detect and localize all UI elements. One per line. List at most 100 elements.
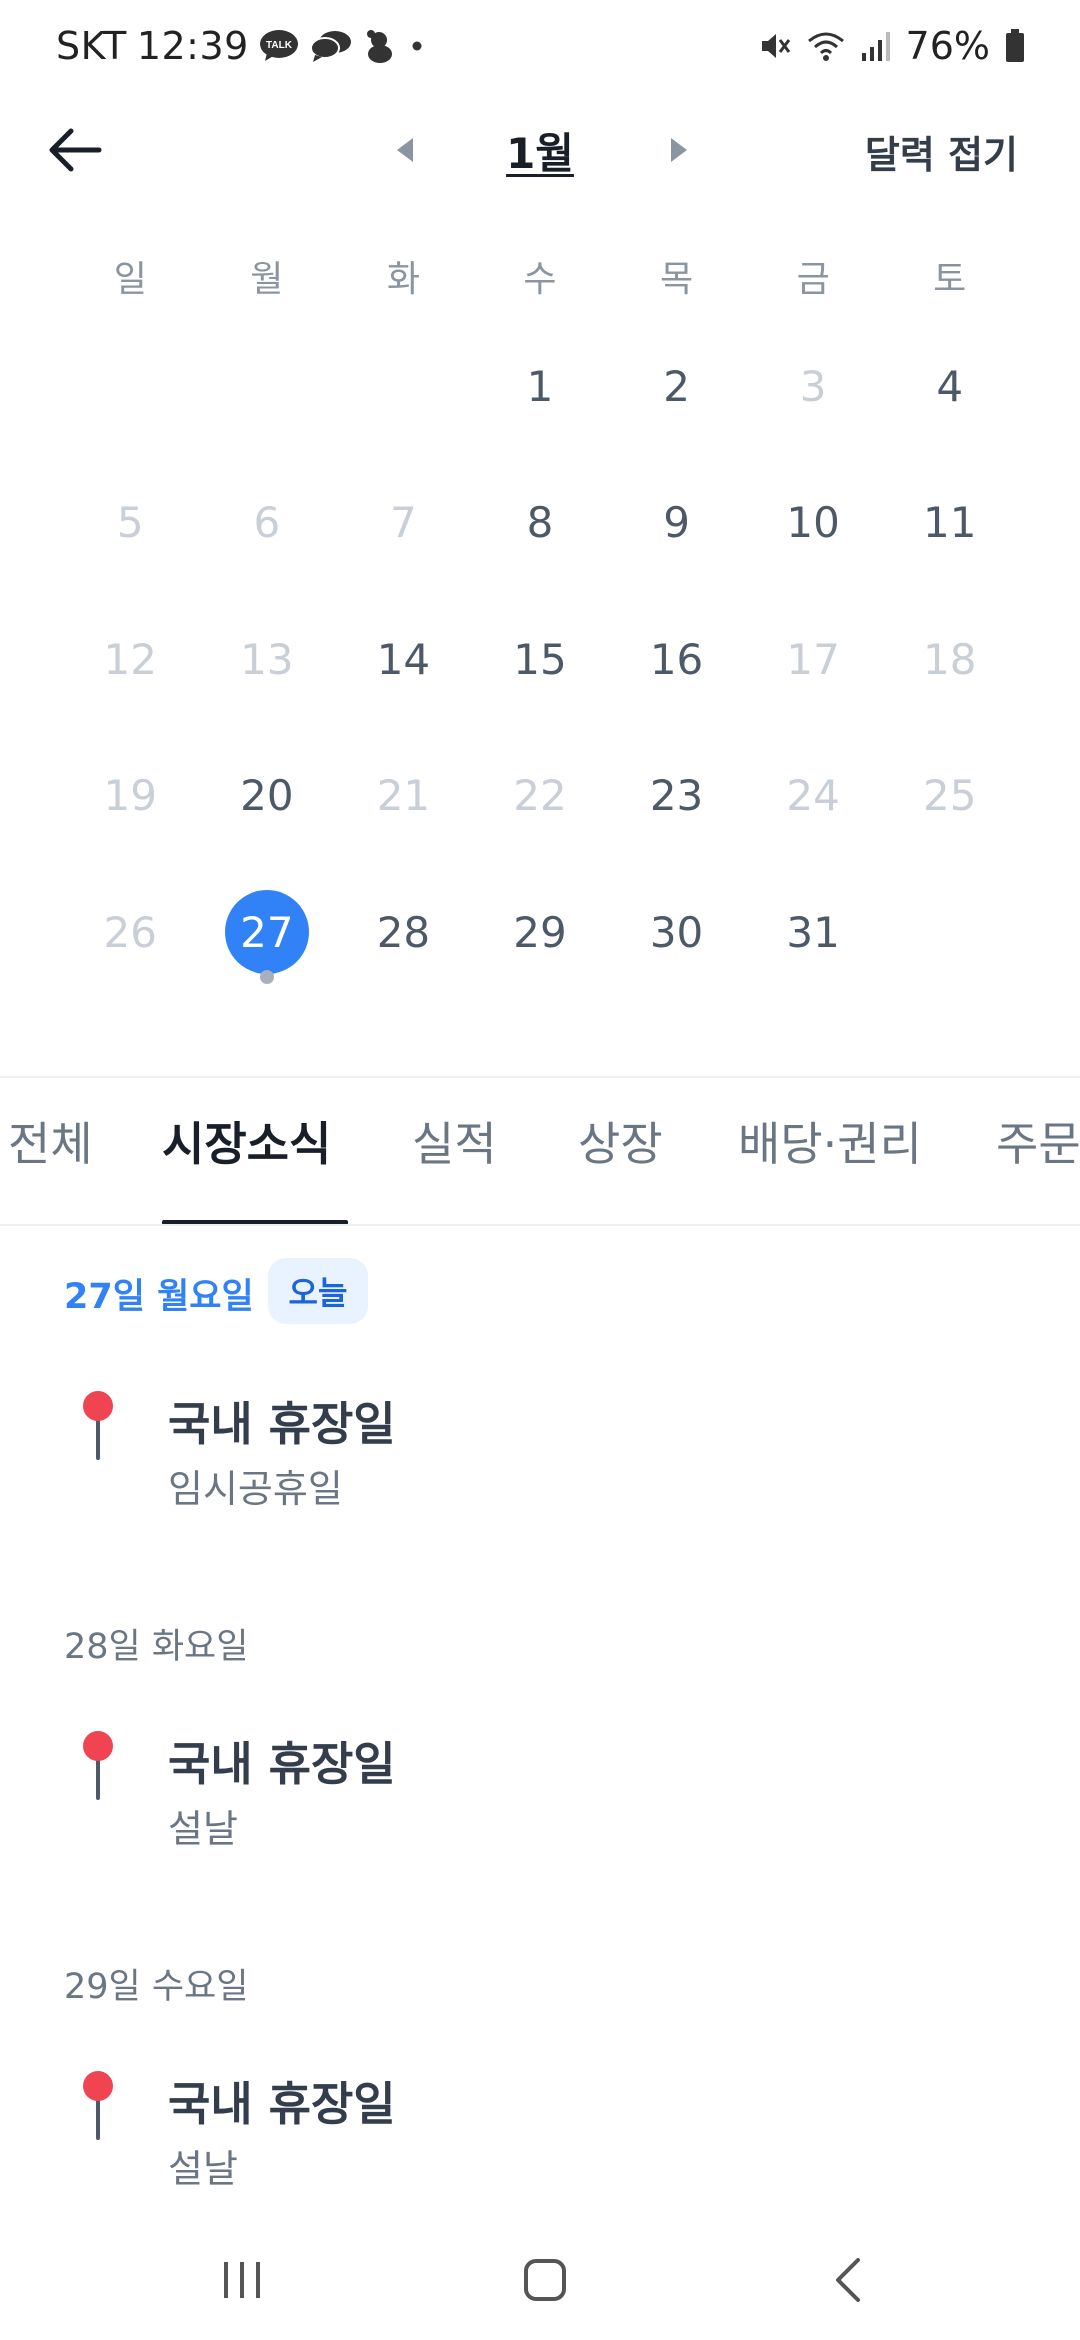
pin-icon (83, 2071, 113, 2140)
calendar-day[interactable]: 22 (472, 742, 609, 879)
calendar-day[interactable]: 28 (335, 878, 472, 1015)
tab-5[interactable]: 주문 (996, 1108, 1080, 1224)
calendar-day[interactable]: 4 (881, 332, 1018, 469)
day-number: 19 (103, 771, 157, 820)
home-icon (524, 2259, 566, 2301)
recent-apps-button[interactable] (202, 2250, 282, 2310)
date-header-today: 27일 월요일 (64, 1277, 254, 1317)
status-bar: SKT 12:39 TALK 76% (0, 0, 1080, 100)
chevron-left-icon (836, 2258, 860, 2302)
carrier-label: SKT (56, 24, 127, 68)
calendar-empty-cell (335, 332, 472, 469)
day-number: 31 (786, 907, 840, 957)
talk-badge-text: TALK (266, 40, 293, 51)
month-title[interactable]: 1월 (480, 120, 600, 181)
calendar-day-selected[interactable]: 27 (199, 878, 336, 1015)
today-badge: 오늘 (268, 1258, 368, 1324)
tab-2[interactable]: 실적 (412, 1108, 497, 1224)
signal-icon (860, 29, 892, 63)
tab-4[interactable]: 배당·권리 (738, 1108, 922, 1224)
tab-1[interactable]: 시장소식 (162, 1108, 331, 1224)
calendar-day[interactable]: 20 (199, 742, 336, 879)
event-subtitle: 임시공휴일 (168, 1467, 343, 1511)
calendar-day[interactable]: 2 (608, 332, 745, 469)
calendar-day[interactable]: 25 (881, 742, 1018, 879)
status-right: 76% (758, 24, 1026, 68)
calendar-day[interactable]: 12 (62, 605, 199, 742)
pin-icon (83, 1731, 113, 1800)
calendar-day[interactable]: 13 (199, 605, 336, 742)
calendar-day[interactable]: 14 (335, 605, 472, 742)
arrow-left-icon (49, 128, 102, 172)
day-number: 8 (526, 498, 554, 547)
calendar-day[interactable]: 11 (881, 469, 1018, 606)
calendar-empty-cell (199, 332, 336, 469)
battery-percent: 76% (905, 24, 990, 68)
calendar-day[interactable]: 10 (745, 469, 882, 606)
event-item[interactable]: 국내 휴장일 임시공휴일 (64, 1388, 1024, 1518)
wifi-icon (806, 29, 846, 63)
system-nav-bar (0, 2220, 1080, 2340)
day-number: 26 (103, 907, 157, 957)
weekday-label: 수 (523, 259, 557, 300)
calendar-day[interactable]: 7 (335, 469, 472, 606)
triangle-left-icon (397, 138, 413, 162)
weekday-header: 일월화수목금토 (62, 250, 1018, 302)
event-title: 국내 휴장일 (168, 1737, 396, 1791)
collapse-calendar-button[interactable]: 달력 접기 (865, 124, 1018, 179)
back-button[interactable] (40, 118, 110, 182)
calendar-day[interactable]: 23 (608, 742, 745, 879)
calendar-day[interactable]: 24 (745, 742, 882, 879)
system-back-button[interactable] (808, 2250, 888, 2310)
day-number: 14 (376, 634, 431, 684)
calendar-day[interactable]: 8 (472, 469, 609, 606)
calendar-day[interactable]: 3 (745, 332, 882, 469)
tab-3[interactable]: 상장 (578, 1108, 663, 1224)
top-nav: 1월 달력 접기 (0, 110, 1080, 190)
calendar-day[interactable]: 21 (335, 742, 472, 879)
event-subtitle: 설날 (168, 2147, 238, 2191)
weekday-label: 토 (933, 259, 967, 300)
day-number: 23 (649, 771, 704, 820)
calendar-day[interactable]: 9 (608, 469, 745, 606)
next-month-button[interactable] (664, 132, 694, 168)
day-number: 28 (376, 907, 431, 957)
calendar-grid: 1 2 3 4 5 6 7 8 9 10 11 12 13 14 15 16 17 18 19 20 21 22 23 24 2… (62, 332, 1018, 1015)
calendar-day[interactable]: 15 (472, 605, 609, 742)
calendar-day[interactable]: 31 (745, 878, 882, 1015)
calendar-day[interactable]: 5 (62, 469, 199, 606)
triangle-right-icon (671, 138, 687, 162)
tab-0[interactable]: 전체 (8, 1108, 93, 1224)
day-number: 11 (922, 498, 977, 547)
calendar-day[interactable]: 30 (608, 878, 745, 1015)
calendar-day[interactable]: 26 (62, 878, 199, 1015)
event-item[interactable]: 국내 휴장일 설날 (64, 2068, 1024, 2198)
day-number: 20 (240, 771, 294, 820)
calendar-day[interactable]: 29 (472, 878, 609, 1015)
calendar-empty-cell (881, 878, 1018, 1015)
divider (0, 1076, 1080, 1078)
event-title: 국내 휴장일 (168, 2077, 396, 2131)
kakaotalk-icon: TALK (259, 29, 299, 63)
status-left: SKT 12:39 TALK (56, 24, 427, 68)
prev-month-button[interactable] (390, 132, 420, 168)
recent-apps-icon (224, 2262, 260, 2298)
calendar-day[interactable]: 1 (472, 332, 609, 469)
event-subtitle: 설날 (168, 1807, 238, 1851)
home-button[interactable] (505, 2250, 585, 2310)
date-header: 29일 수요일 (64, 1967, 249, 2007)
day-number: 6 (253, 498, 281, 547)
event-item[interactable]: 국내 휴장일 설날 (64, 1728, 1024, 1858)
pin-icon (83, 1391, 113, 1460)
calendar-day[interactable]: 6 (199, 469, 336, 606)
day-number: 30 (649, 907, 704, 957)
calendar-day[interactable]: 16 (608, 605, 745, 742)
day-number: 24 (786, 771, 840, 820)
weekday-label: 금 (796, 259, 830, 300)
weekday-label: 월 (250, 259, 284, 300)
calendar-day[interactable]: 17 (745, 605, 882, 742)
day-number: 4 (936, 361, 964, 411)
calendar-day[interactable]: 19 (62, 742, 199, 879)
calendar-day[interactable]: 18 (881, 605, 1018, 742)
day-number: 17 (786, 634, 840, 684)
